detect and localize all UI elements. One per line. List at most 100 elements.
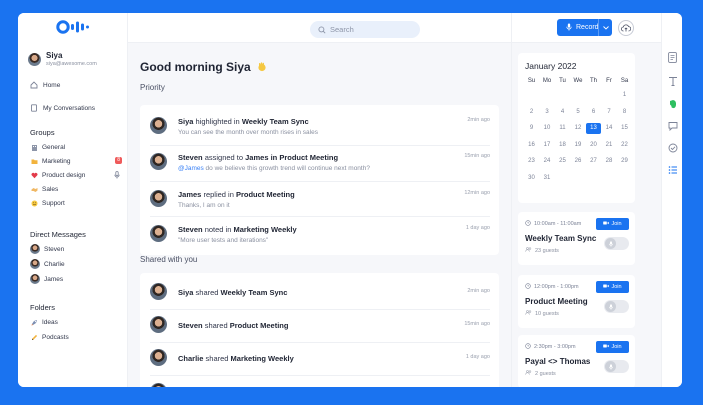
calendar-day[interactable]: 10: [540, 123, 555, 134]
list-item-partial[interactable]: [150, 377, 490, 387]
activity-text: James replied in Product Meeting: [178, 190, 295, 199]
video-icon: [603, 284, 610, 290]
otter-logo[interactable]: [56, 20, 92, 34]
group-item-support[interactable]: Support: [30, 199, 122, 207]
search-input[interactable]: Search: [310, 21, 420, 38]
calendar-day[interactable]: 18: [555, 140, 570, 151]
group-item-sales[interactable]: Sales: [30, 185, 122, 193]
event-card[interactable]: 10:00am - 11:00am Join Weekly Team Sync …: [518, 212, 635, 265]
event-card[interactable]: 12:00pm - 1:00pm Join Product Meeting 10…: [518, 275, 635, 328]
message-preview: You can see the month over month rises i…: [178, 129, 318, 136]
nav-my-conversations[interactable]: My Conversations: [30, 104, 95, 112]
calendar-day[interactable]: 24: [540, 156, 555, 167]
calendar-day[interactable]: 1: [617, 90, 632, 101]
target-name[interactable]: Product Meeting: [230, 321, 289, 330]
notes-icon[interactable]: [666, 51, 679, 64]
folder-item-ideas[interactable]: Ideas: [30, 318, 122, 326]
weekday-label: Mo: [542, 78, 552, 84]
calendar-day[interactable]: 19: [571, 140, 586, 151]
group-item-product-design[interactable]: Product design: [30, 171, 122, 179]
dm-item-charlie[interactable]: Charlie: [30, 259, 122, 269]
action-text: shared: [202, 321, 230, 330]
calendar-day[interactable]: 15: [617, 123, 632, 134]
target-name[interactable]: Marketing Weekly: [231, 354, 294, 363]
weekday-label: Tu: [559, 78, 566, 84]
target-name[interactable]: Weekly Team Sync: [221, 288, 288, 297]
group-label: Product design: [42, 171, 86, 179]
calendar-day[interactable]: 25: [555, 156, 570, 167]
record-button[interactable]: Record: [557, 19, 612, 36]
mention-link[interactable]: @James: [178, 165, 204, 172]
calendar-day[interactable]: 23: [524, 156, 539, 167]
unread-badge: 8: [115, 157, 122, 164]
calendar-day[interactable]: 6: [586, 107, 601, 118]
weekday-label: We: [573, 78, 583, 84]
calendar-day[interactable]: 9: [524, 123, 539, 134]
calendar-day[interactable]: 31: [540, 173, 555, 184]
auto-join-toggle[interactable]: [604, 300, 629, 313]
event-card[interactable]: 2:30pm - 3:00pm Join Payal <> Thomas 2 g…: [518, 335, 635, 387]
calendar-day[interactable]: 17: [540, 140, 555, 151]
target-name[interactable]: Weekly Team Sync: [242, 117, 309, 126]
check-circle-icon[interactable]: [666, 141, 679, 154]
people-icon: [525, 310, 532, 317]
target-name[interactable]: James in Product Meeting: [245, 153, 338, 162]
dm-item-steven[interactable]: Steven: [30, 244, 122, 254]
event-time-text: 10:00am - 11:00am: [534, 221, 582, 227]
folder-icon: [30, 157, 38, 165]
list-item[interactable]: Steven noted in Marketing Weekly "More u…: [150, 219, 490, 249]
calendar-day[interactable]: 21: [602, 140, 617, 151]
calendar-day[interactable]: 28: [602, 156, 617, 167]
calendar-day[interactable]: 26: [571, 156, 586, 167]
calendar-day[interactable]: 16: [524, 140, 539, 151]
folder-label: Podcasts: [42, 333, 69, 341]
list-item[interactable]: Siya shared Weekly Team Sync 2min ago: [150, 277, 490, 307]
calendar: January 2022 Su Mo Tu We Th Fr Sa 1 2 3 4 5 6 7 8 9 10 11…: [518, 53, 635, 203]
timestamp: 15min ago: [464, 153, 490, 159]
calendar-day[interactable]: 29: [617, 156, 632, 167]
list-item[interactable]: Charlie shared Marketing Weekly 1 day ag…: [150, 343, 490, 373]
group-item-marketing[interactable]: Marketing 8: [30, 157, 122, 165]
calendar-day[interactable]: 5: [571, 107, 586, 118]
join-button[interactable]: Join: [596, 218, 629, 230]
target-name[interactable]: Marketing Weekly: [233, 225, 296, 234]
calendar-day[interactable]: 8: [617, 107, 632, 118]
dm-item-james[interactable]: James: [30, 274, 122, 284]
join-button[interactable]: Join: [596, 281, 629, 293]
document-icon: [30, 104, 38, 112]
list-icon[interactable]: [666, 163, 679, 176]
list-item[interactable]: Siya highlighted in Weekly Team Sync You…: [150, 111, 490, 141]
list-item[interactable]: Steven assigned to James in Product Meet…: [150, 147, 490, 177]
chevron-down-icon[interactable]: [598, 19, 612, 36]
cloud-upload-icon[interactable]: [618, 20, 634, 36]
group-item-general[interactable]: General: [30, 143, 122, 151]
calendar-day[interactable]: 12: [571, 123, 586, 134]
event-time-text: 12:00pm - 1:00pm: [534, 284, 579, 290]
calendar-day[interactable]: 22: [617, 140, 632, 151]
calendar-day[interactable]: 2: [524, 107, 539, 118]
join-button[interactable]: Join: [596, 341, 629, 353]
auto-join-toggle[interactable]: [604, 360, 629, 373]
target-name[interactable]: Product Meeting: [236, 190, 295, 199]
auto-join-toggle[interactable]: [604, 237, 629, 250]
clock-icon: [525, 283, 531, 291]
list-item[interactable]: James replied in Product Meeting Thanks,…: [150, 184, 490, 214]
text-icon[interactable]: [666, 74, 679, 87]
calendar-day[interactable]: 4: [555, 107, 570, 118]
user-profile[interactable]: Siya siya@awesome.com: [28, 51, 97, 67]
folder-item-podcasts[interactable]: Podcasts: [30, 333, 122, 341]
priority-heading: Priority: [140, 83, 165, 92]
calendar-day[interactable]: 7: [602, 107, 617, 118]
calendar-day[interactable]: 20: [586, 140, 601, 151]
nav-home[interactable]: Home: [30, 81, 60, 89]
calendar-day-today[interactable]: 13: [586, 123, 601, 134]
calendar-day[interactable]: 30: [524, 173, 539, 184]
comment-icon[interactable]: [666, 119, 679, 132]
calendar-day[interactable]: 14: [602, 123, 617, 134]
calendar-day[interactable]: 3: [540, 107, 555, 118]
calendar-day[interactable]: 27: [586, 156, 601, 167]
calendar-day[interactable]: 11: [555, 123, 570, 134]
evernote-icon[interactable]: [666, 97, 679, 110]
guests-text: 23 guests: [535, 247, 559, 254]
list-item[interactable]: Steven shared Product Meeting 15min ago: [150, 310, 490, 340]
